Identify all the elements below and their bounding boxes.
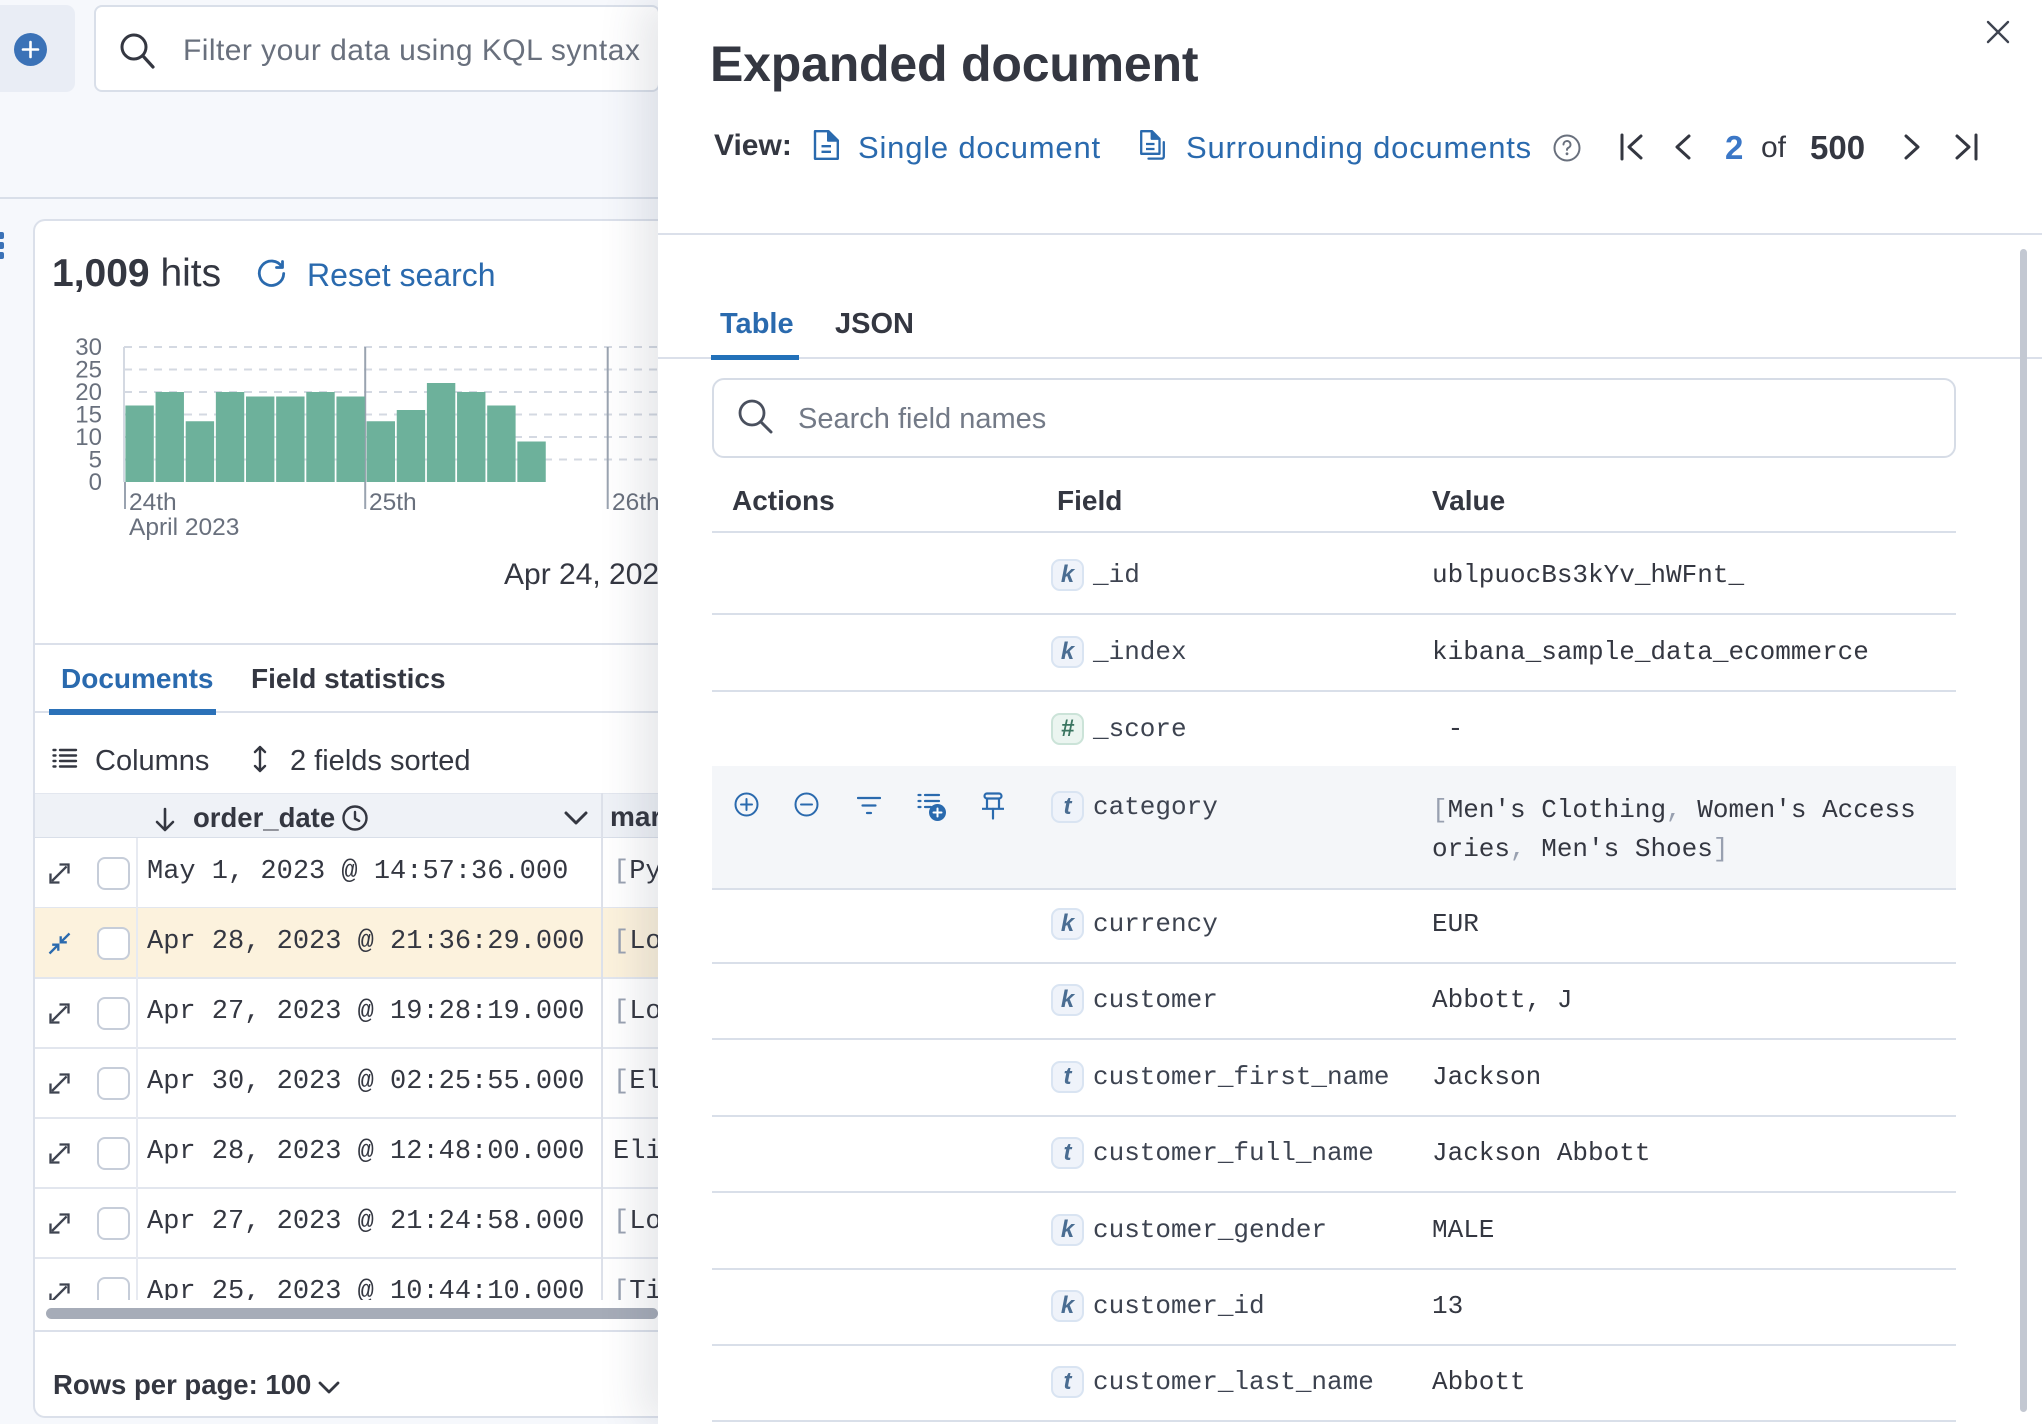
svg-text:0: 0 — [89, 469, 102, 496]
